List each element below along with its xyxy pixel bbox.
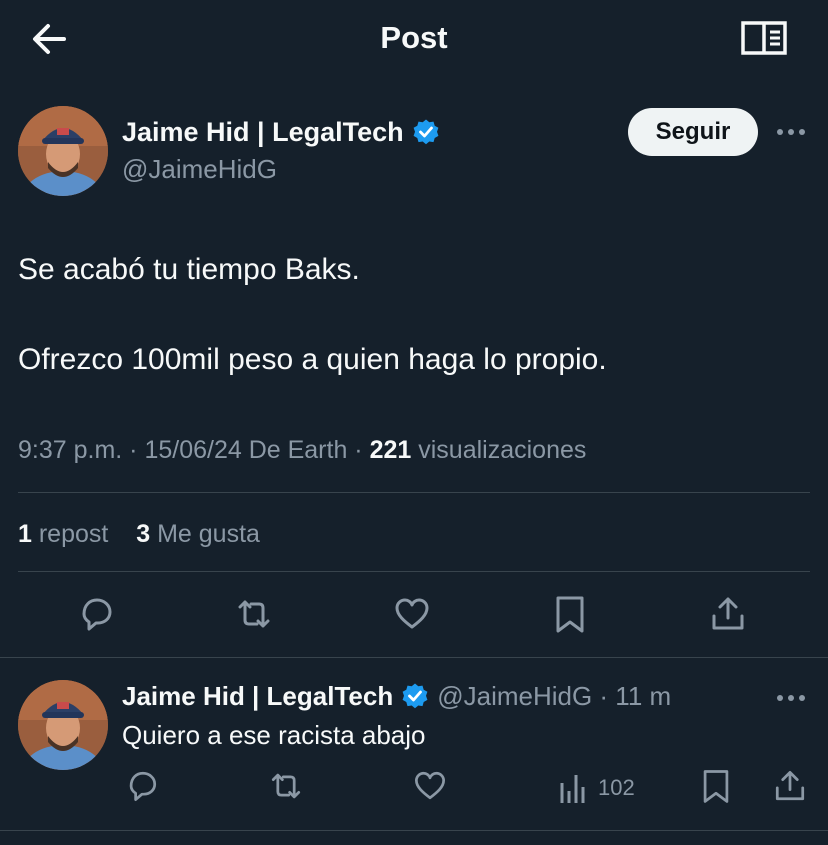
repost-icon bbox=[271, 773, 301, 799]
likes-label: Me gusta bbox=[150, 520, 260, 548]
share-button[interactable] bbox=[706, 592, 750, 636]
divider bbox=[0, 830, 828, 831]
likes-count: 3 bbox=[136, 520, 151, 548]
author-handle[interactable]: @JaimeHidG bbox=[122, 152, 277, 186]
more-options-icon[interactable] bbox=[777, 122, 805, 142]
reply-more-options-icon[interactable] bbox=[777, 688, 805, 708]
reply-header: Jaime Hid | LegalTech @JaimeHidG · 11 m bbox=[122, 678, 671, 714]
reply-author-avatar[interactable] bbox=[18, 680, 108, 770]
reposts-count: 1 bbox=[18, 520, 32, 548]
author-name[interactable]: Jaime Hid | LegalTech bbox=[122, 114, 404, 150]
reposts-stat[interactable]: 1 repost bbox=[18, 520, 108, 548]
follow-button[interactable]: Seguir bbox=[628, 108, 758, 156]
reply-handle-time[interactable]: @JaimeHidG · 11 m bbox=[437, 678, 671, 714]
reply-share-button[interactable] bbox=[770, 766, 810, 806]
author-avatar[interactable] bbox=[18, 106, 108, 196]
reply-bookmark-button[interactable] bbox=[696, 766, 736, 806]
reposts-label: repost bbox=[31, 520, 109, 548]
bookmark-button[interactable] bbox=[548, 592, 592, 636]
repost-icon bbox=[238, 600, 270, 628]
bookmark-icon bbox=[556, 596, 584, 633]
arrow-left-icon bbox=[33, 24, 66, 54]
reply-author-name[interactable]: Jaime Hid | LegalTech bbox=[122, 678, 393, 714]
reply-repost-button[interactable] bbox=[266, 766, 306, 806]
verified-badge-icon bbox=[401, 682, 429, 710]
repost-button[interactable] bbox=[232, 592, 276, 636]
reply-icon bbox=[129, 771, 157, 801]
verified-badge-icon bbox=[412, 118, 440, 146]
tweet-text-line-1: Se acabó tu tiempo Baks. bbox=[18, 253, 360, 286]
tweet-timestamp[interactable]: 9:37 p.m. · 15/06/24 De Earth · bbox=[18, 436, 370, 464]
page-title: Post bbox=[380, 20, 448, 55]
share-icon bbox=[712, 597, 744, 630]
reply-reply-button[interactable] bbox=[122, 766, 162, 806]
like-button[interactable] bbox=[390, 592, 434, 636]
divider bbox=[18, 492, 810, 493]
likes-stat[interactable]: 3 Me gusta bbox=[136, 520, 260, 548]
heart-icon bbox=[395, 598, 429, 629]
divider bbox=[0, 657, 828, 658]
analytics-icon bbox=[560, 775, 585, 803]
reply-icon bbox=[82, 598, 112, 631]
open-book-icon bbox=[741, 21, 787, 55]
reply-views-count: 102 bbox=[598, 775, 635, 800]
share-icon bbox=[775, 771, 805, 801]
reply-button[interactable] bbox=[74, 592, 118, 636]
heart-icon bbox=[415, 771, 445, 800]
views-count: 221 bbox=[369, 436, 412, 464]
reply-text: Quiero a ese racista abajo bbox=[122, 720, 426, 750]
views-label: visualizaciones bbox=[411, 436, 587, 464]
divider bbox=[18, 571, 810, 572]
back-button[interactable] bbox=[28, 18, 70, 60]
reply-like-button[interactable] bbox=[410, 766, 450, 806]
tweet-text-line-2: Ofrezco 100mil peso a quien haga lo prop… bbox=[18, 343, 607, 376]
engagement-stats: 1 repost 3 Me gusta bbox=[18, 516, 260, 552]
reader-mode-button[interactable] bbox=[740, 18, 788, 58]
author-name-row[interactable]: Jaime Hid | LegalTech bbox=[122, 114, 440, 150]
bookmark-icon bbox=[703, 770, 729, 803]
tweet-metadata: 9:37 p.m. · 15/06/24 De Earth · 221 visu… bbox=[18, 432, 586, 468]
reply-views-button[interactable]: 102 bbox=[558, 768, 635, 808]
